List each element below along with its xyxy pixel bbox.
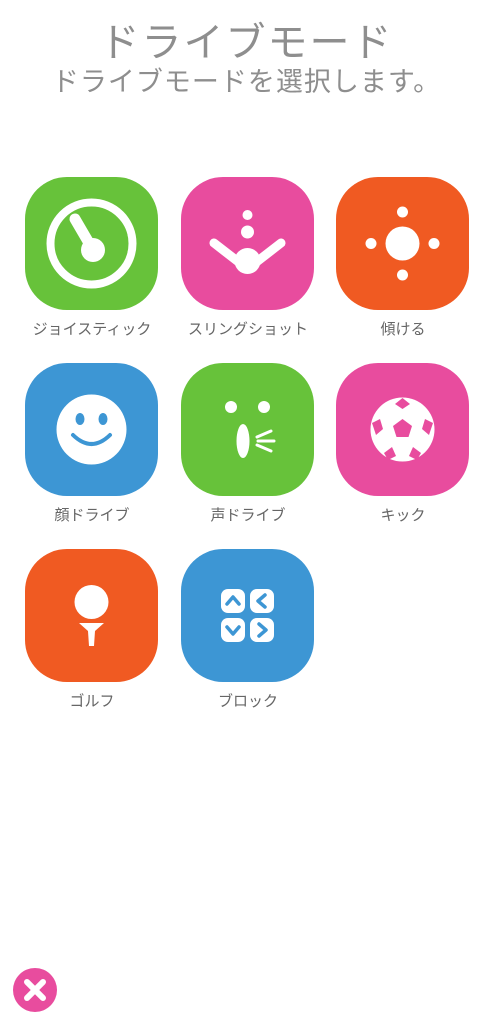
slingshot-icon [209,210,286,274]
mode-tilt-label: 傾ける [380,320,426,338]
mode-voice-drive-tile[interactable] [181,363,314,496]
close-icon [13,968,57,1012]
mode-kick[interactable]: キック [336,363,469,525]
mode-kick-label: キック [380,506,426,524]
mode-block[interactable]: ブロック [181,549,314,711]
mode-slingshot[interactable]: スリングショット [181,177,314,339]
soccer-ball-icon [370,397,435,462]
mode-face-drive-label: 顔ドライブ [54,506,130,524]
joystick-icon [46,198,137,289]
mode-golf-label: ゴルフ [69,692,115,710]
mode-slingshot-tile[interactable] [181,177,314,310]
mode-block-tile[interactable] [181,549,314,682]
mode-kick-tile[interactable] [336,363,469,496]
golf-ball-on-tee-icon [74,585,109,646]
tilt-icon [365,206,440,281]
mode-voice-drive[interactable]: 声ドライブ [181,363,314,525]
arrow-blocks-icon [221,589,274,642]
voice-face-icon [225,401,276,458]
mode-golf-tile[interactable] [25,549,158,682]
mode-slingshot-label: スリングショット [187,320,308,338]
smiley-face-icon [56,394,127,465]
mode-block-label: ブロック [217,692,278,710]
mode-face-drive-tile[interactable] [25,363,158,496]
mode-tilt-tile[interactable] [336,177,469,310]
page-subtitle: ドライブモードを選択します。 [51,67,442,98]
mode-joystick-label: ジョイスティック [32,320,152,338]
mode-voice-drive-label: 声ドライブ [210,506,286,524]
mode-tilt[interactable]: 傾ける [336,177,469,339]
mode-golf[interactable]: ゴルフ [25,549,158,711]
mode-joystick-tile[interactable] [25,177,158,310]
mode-face-drive[interactable]: 顔ドライブ [25,363,158,525]
close-button[interactable] [13,968,57,1012]
mode-joystick[interactable]: ジョイスティック [25,177,158,339]
